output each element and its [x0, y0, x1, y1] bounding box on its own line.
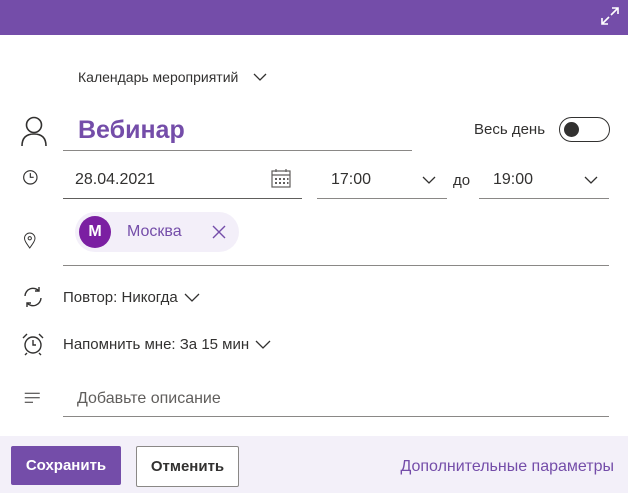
all-day-label: Весь день — [474, 121, 546, 138]
location-name: Москва — [127, 223, 182, 240]
clock-icon — [22, 169, 46, 193]
event-title: Вебинар — [78, 116, 185, 144]
more-options-link[interactable]: Дополнительные параметры — [400, 458, 614, 476]
chevron-down-icon — [255, 340, 271, 349]
cancel-button[interactable]: Отменить — [136, 446, 239, 487]
chevron-down-icon — [584, 176, 598, 184]
location-chip[interactable]: М Москва — [75, 212, 239, 252]
repeat-icon — [21, 285, 45, 309]
description-placeholder: Добавьте описание — [77, 390, 221, 407]
reminder-setting[interactable]: Напомнить мне: За 15 мин — [63, 334, 273, 354]
start-time-value: 17:00 — [331, 171, 372, 188]
all-day-toggle[interactable] — [559, 117, 610, 142]
chevron-down-icon — [253, 73, 267, 81]
chevron-down-icon — [184, 293, 200, 302]
expand-icon — [601, 7, 619, 25]
location-field[interactable]: М Москва — [63, 205, 609, 266]
end-time-dropdown[interactable]: 19:00 — [479, 163, 609, 199]
repeat-setting[interactable]: Повтор: Никогда — [63, 287, 202, 307]
save-button[interactable]: Сохранить — [11, 446, 121, 485]
start-date-value: 28.04.2021 — [75, 171, 156, 188]
calendar-icon — [271, 169, 291, 188]
alarm-clock-icon — [21, 332, 45, 356]
chevron-down-icon — [422, 176, 436, 184]
reminder-label: Напомнить мне: — [63, 335, 176, 353]
start-date-field[interactable]: 28.04.2021 — [63, 163, 302, 199]
start-time-dropdown[interactable]: 17:00 — [317, 163, 447, 199]
end-time-value: 19:00 — [493, 171, 534, 188]
close-icon[interactable] — [211, 224, 227, 240]
calendar-selector[interactable]: Календарь мероприятий — [78, 66, 270, 88]
location-avatar: М — [79, 216, 111, 248]
calendar-name: Календарь мероприятий — [78, 69, 239, 85]
reminder-value: За 15 мин — [179, 335, 250, 353]
repeat-label: Повтор: — [63, 288, 118, 306]
person-icon — [20, 115, 48, 147]
expand-button[interactable] — [598, 4, 622, 28]
description-input[interactable]: Добавьте описание — [63, 384, 609, 417]
event-title-input[interactable]: Вебинар — [63, 110, 412, 151]
repeat-value: Никогда — [121, 288, 178, 306]
window-title-bar — [0, 0, 628, 35]
toggle-knob — [564, 121, 579, 137]
to-label: до — [453, 172, 471, 189]
footer-bar: Сохранить Отменить Дополнительные параме… — [0, 436, 628, 493]
location-pin-icon — [23, 231, 47, 255]
text-lines-icon — [21, 391, 45, 415]
